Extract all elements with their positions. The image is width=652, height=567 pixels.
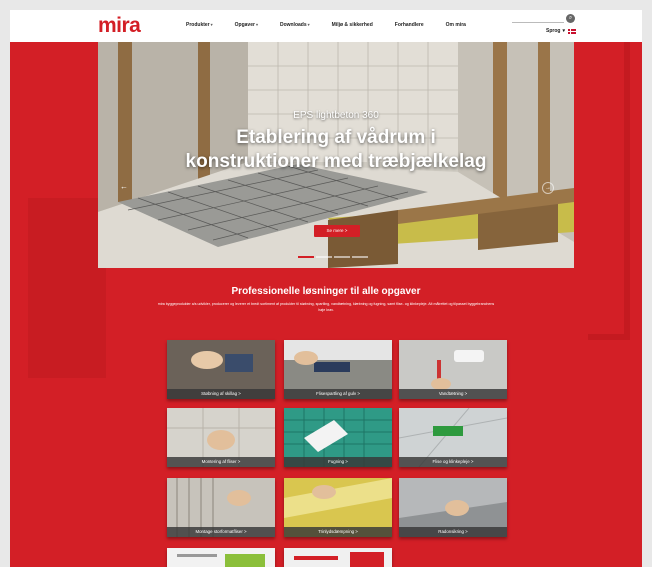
- search-input[interactable]: [512, 22, 564, 23]
- tile-label: Flise og klinkepleje >: [399, 457, 507, 467]
- tile-label: Trinlydsdæmpning >: [284, 527, 392, 537]
- page: mira Produkter▾ Opgaver▾ Downloads▾ Milj…: [10, 10, 642, 567]
- section-description: mira byggeprodukter a/s udvikler, produc…: [157, 302, 495, 312]
- tile-flisespartling-af-gulv[interactable]: Flisespartling af gulv >: [284, 340, 392, 399]
- chevron-down-icon: ▾: [255, 22, 258, 27]
- arrow-right-icon[interactable]: →: [542, 182, 554, 194]
- tile-vandtaetning[interactable]: Vandtætning >: [399, 340, 507, 399]
- tile-label: Fugning >: [284, 457, 392, 467]
- nav-item-forhandlere[interactable]: Forhandlere: [395, 22, 424, 28]
- tile-fugning[interactable]: Fugning >: [284, 408, 392, 467]
- hero-read-more-button[interactable]: Se mere >: [314, 225, 360, 237]
- tile-label: Vandtætning >: [399, 389, 507, 399]
- tile-montage-storformatfliser[interactable]: Montage storformatfliser >: [167, 478, 275, 537]
- tile-montering-af-fliser[interactable]: Montering af fliser >: [167, 408, 275, 467]
- chevron-down-icon: ▾: [307, 22, 310, 27]
- nav-item-om-mira[interactable]: Om mira: [446, 22, 466, 28]
- search-icon[interactable]: ⌕: [566, 14, 575, 23]
- tile-label: Flisespartling af gulv >: [284, 389, 392, 399]
- tile-radonsikring[interactable]: Radonsikring >: [399, 478, 507, 537]
- slider-dot[interactable]: [334, 256, 350, 258]
- slider-dot[interactable]: [352, 256, 368, 258]
- language-selector[interactable]: Sprog ▾: [546, 28, 576, 34]
- tile-label: Montering af fliser >: [167, 457, 275, 467]
- nav-item-opgaver[interactable]: Opgaver▾: [235, 22, 258, 28]
- tile-label: Støbning af skillag >: [167, 389, 275, 399]
- hero-subtitle: EPS lightbeton 360: [293, 110, 379, 121]
- tile-image: [284, 548, 392, 567]
- nav-item-miljo-sikkerhed[interactable]: Miljø & sikkerhed: [332, 22, 373, 28]
- slider-dot[interactable]: [298, 256, 314, 258]
- mira-logo[interactable]: mira: [98, 14, 141, 38]
- chevron-down-icon: ▾: [210, 22, 213, 27]
- danish-flag-icon: [567, 28, 576, 34]
- nav-item-produkter[interactable]: Produkter▾: [186, 22, 213, 28]
- slider-pagination: [298, 256, 370, 258]
- site-header: mira Produkter▾ Opgaver▾ Downloads▾ Milj…: [10, 10, 642, 42]
- tile-flise-og-klinkepleje[interactable]: Flise og klinkepleje >: [399, 408, 507, 467]
- slider-dot[interactable]: [316, 256, 332, 258]
- hero-title: Etablering af vådrum i konstruktioner me…: [185, 127, 487, 172]
- tile-image: [167, 548, 275, 567]
- section-title: Professionelle løsninger til alle opgave…: [231, 286, 421, 297]
- tile-label: Montage storformatfliser >: [167, 527, 275, 537]
- main-nav: Produkter▾ Opgaver▾ Downloads▾ Miljø & s…: [186, 22, 488, 28]
- tile-trinlydsdaempning[interactable]: Trinlydsdæmpning >: [284, 478, 392, 537]
- arrow-left-icon[interactable]: ←: [120, 182, 128, 191]
- tile-label: Radonsikring >: [399, 527, 507, 537]
- hero-slider[interactable]: EPS lightbeton 360 Etablering af vådrum …: [98, 42, 574, 268]
- tile-stobning-af-skillag[interactable]: Støbning af skillag >: [167, 340, 275, 399]
- tile-brochure[interactable]: [167, 548, 275, 567]
- chevron-down-icon: ▾: [562, 28, 565, 34]
- tile-brochure[interactable]: [284, 548, 392, 567]
- nav-item-downloads[interactable]: Downloads▾: [280, 22, 310, 28]
